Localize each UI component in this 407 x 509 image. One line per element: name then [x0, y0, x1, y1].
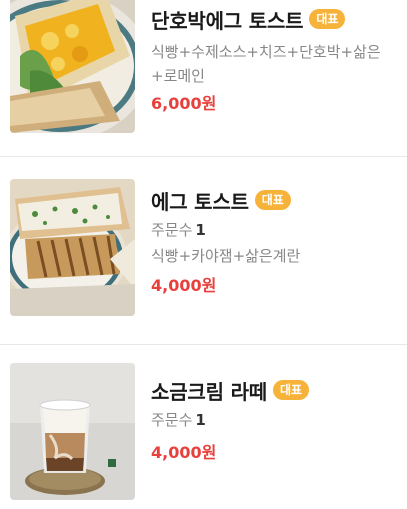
menu-item-price: 6,000원 [151, 94, 217, 113]
signature-badge: 대표 [309, 9, 346, 29]
menu-item-description: 식빵+카야잼+삶은계란 [151, 247, 301, 265]
salt-cream-latte-photo[interactable] [10, 363, 135, 500]
menu-item-name: 단호박에그 토스트 [151, 8, 304, 33]
menu-item-name: 에그 토스트 [151, 189, 249, 214]
menu-item-salt-cream-latte[interactable]: 소금크림 라떼 대표 주문수 1 4,000원 [0, 345, 407, 509]
menu-item-price: 4,000원 [151, 443, 217, 462]
signature-badge: 대표 [272, 380, 310, 400]
menu-item-name: 소금크림 라떼 [151, 379, 267, 404]
order-count: 주문수 1 [151, 411, 206, 429]
pumpkin-egg-toast-photo[interactable] [10, 0, 135, 133]
egg-toast-photo[interactable] [10, 179, 135, 316]
menu-item-description: 식빵+수제소스+치즈+단호박+삶은 +로메인 [151, 43, 381, 85]
menu-item-egg-toast[interactable]: 에그 토스트 대표 주문수 1 식빵+카야잼+삶은계란 4,000원 [0, 157, 407, 343]
menu-item-pumpkin-egg-toast[interactable]: 단호박에그 토스트 대표 식빵+수제소스+치즈+단호박+삶은 +로메인 6,00… [0, 0, 407, 154]
menu-list: 단호박에그 토스트 대표 식빵+수제소스+치즈+단호박+삶은 +로메인 6,00… [0, 0, 407, 509]
menu-item-price: 4,000원 [151, 276, 217, 295]
signature-badge: 대표 [254, 190, 291, 210]
order-count: 주문수 1 [151, 221, 206, 239]
